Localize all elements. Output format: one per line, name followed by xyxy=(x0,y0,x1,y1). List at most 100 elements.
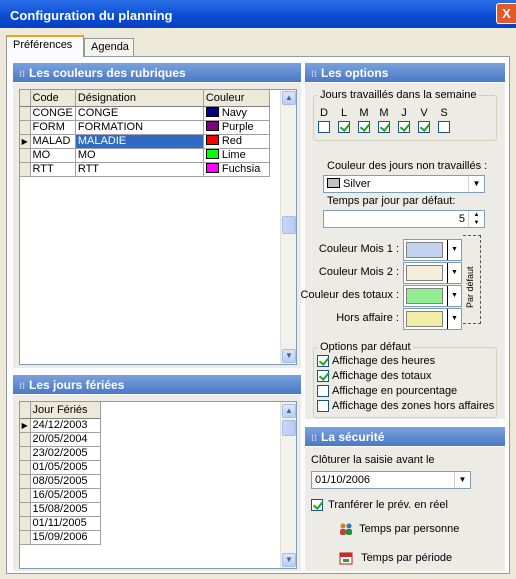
chevron-down-icon[interactable]: ▼ xyxy=(447,286,461,306)
option-checkbox[interactable] xyxy=(317,385,329,398)
cell-designation[interactable]: CONGE xyxy=(75,106,204,121)
day-checkbox[interactable] xyxy=(378,121,390,133)
day-option[interactable]: D xyxy=(317,107,331,133)
cell-code[interactable]: RTT xyxy=(30,162,76,177)
scroll-down-icon[interactable]: ▼ xyxy=(282,349,296,363)
cell-code[interactable]: CONGE xyxy=(30,106,76,121)
scroll-thumb[interactable] xyxy=(282,420,296,436)
col-designation[interactable]: Désignation xyxy=(75,90,204,107)
cell-date[interactable]: 15/09/2006 xyxy=(30,530,101,545)
scroll-down-icon[interactable]: ▼ xyxy=(282,553,296,567)
table-row[interactable]: 15/09/2006 xyxy=(20,530,101,545)
cell-designation[interactable]: MALADIE xyxy=(75,134,204,149)
color-picker[interactable]: ▼ xyxy=(403,308,462,330)
row-indicator xyxy=(20,120,31,135)
cell-date[interactable]: 24/12/2003 xyxy=(30,418,101,433)
close-button[interactable]: X xyxy=(496,3,516,24)
rubriques-grid[interactable]: Code Désignation Couleur CONGE CONGE Navy F… xyxy=(19,89,297,365)
title-bar[interactable]: Configuration du planning X xyxy=(0,0,516,28)
defaut-option[interactable]: Affichage des totaux xyxy=(317,370,494,385)
cell-code[interactable]: MALAD xyxy=(30,134,76,149)
cell-couleur[interactable]: Red xyxy=(203,134,270,149)
cell-designation[interactable]: FORMATION xyxy=(75,120,204,135)
color-label: Couleur des totaux : xyxy=(300,289,399,301)
non-travailles-select[interactable]: Silver ▼ xyxy=(323,175,485,193)
table-row[interactable]: 16/05/2005 xyxy=(20,488,101,503)
par-defaut-button[interactable]: Par défaut xyxy=(463,235,481,324)
cell-date[interactable]: 16/05/2005 xyxy=(30,488,101,503)
table-row[interactable]: 20/05/2004 xyxy=(20,432,101,447)
table-row[interactable]: RTT RTT Fuchsia xyxy=(20,162,270,177)
cell-date[interactable]: 08/05/2005 xyxy=(30,474,101,489)
option-checkbox[interactable] xyxy=(317,400,329,413)
chevron-down-icon[interactable]: ▼ xyxy=(447,309,461,329)
cell-date[interactable]: 15/08/2005 xyxy=(30,502,101,517)
chevron-down-icon[interactable]: ▼ xyxy=(447,240,461,260)
color-picker[interactable]: ▼ xyxy=(403,239,462,261)
day-option[interactable]: M xyxy=(357,107,371,133)
col-code[interactable]: Code xyxy=(30,90,76,107)
tab-agenda[interactable]: Agenda xyxy=(84,38,134,57)
day-option[interactable]: J xyxy=(397,107,411,133)
chevron-down-icon[interactable]: ▼ xyxy=(468,176,484,192)
tab-preferences[interactable]: Préférences xyxy=(6,35,84,57)
cell-couleur[interactable]: Purple xyxy=(203,120,270,135)
table-row[interactable]: 15/08/2005 xyxy=(20,502,101,517)
scroll-up-icon[interactable]: ▲ xyxy=(282,91,296,105)
table-row[interactable]: 23/02/2005 xyxy=(20,446,101,461)
day-checkbox[interactable] xyxy=(438,121,450,133)
table-row[interactable]: ▶ 24/12/2003 xyxy=(20,418,101,433)
option-checkbox[interactable] xyxy=(317,355,329,368)
chevron-down-icon[interactable]: ▼ xyxy=(447,263,461,283)
option-checkbox[interactable] xyxy=(317,370,329,383)
color-picker[interactable]: ▼ xyxy=(403,285,462,307)
rubriques-scrollbar[interactable]: ▲ ▼ xyxy=(280,90,296,364)
spinner-icon[interactable]: ▲ ▼ xyxy=(468,211,484,227)
cell-date[interactable]: 20/05/2004 xyxy=(30,432,101,447)
temps-input[interactable]: 5 ▲ ▼ xyxy=(323,210,485,228)
cell-code[interactable]: FORM xyxy=(30,120,76,135)
day-checkbox[interactable] xyxy=(318,121,330,133)
table-row[interactable]: MO MO Lime xyxy=(20,148,270,163)
cell-couleur[interactable]: Lime xyxy=(203,148,270,163)
cloturer-date-input[interactable]: 01/10/2006 ▼ xyxy=(311,471,471,489)
feries-scrollbar[interactable]: ▲ ▼ xyxy=(280,402,296,568)
cell-designation[interactable]: MO xyxy=(75,148,204,163)
cell-date[interactable]: 23/02/2005 xyxy=(30,446,101,461)
day-option[interactable]: L xyxy=(337,107,351,133)
cell-couleur[interactable]: Navy xyxy=(203,106,270,121)
scroll-thumb[interactable] xyxy=(282,216,296,234)
feries-grid[interactable]: Jour Fériés ▶ 24/12/2003 20/05/2004 23/02/2… xyxy=(19,401,297,569)
transferer-checkbox[interactable] xyxy=(311,499,323,512)
table-row[interactable]: CONGE CONGE Navy xyxy=(20,106,270,121)
day-option[interactable]: S xyxy=(437,107,451,133)
table-row[interactable]: 01/11/2005 xyxy=(20,516,101,531)
cell-date[interactable]: 01/11/2005 xyxy=(30,516,101,531)
defaut-option[interactable]: Affichage des heures xyxy=(317,355,494,370)
temps-periode-button[interactable]: Temps par période xyxy=(339,551,452,565)
table-row[interactable]: 01/05/2005 xyxy=(20,460,101,475)
day-checkbox[interactable] xyxy=(358,121,370,133)
cell-date[interactable]: 01/05/2005 xyxy=(30,460,101,475)
row-indicator xyxy=(20,432,31,447)
day-option[interactable]: M xyxy=(377,107,391,133)
day-checkbox[interactable] xyxy=(338,121,350,133)
col-couleur[interactable]: Couleur xyxy=(203,90,270,107)
cell-designation[interactable]: RTT xyxy=(75,162,204,177)
defaut-option[interactable]: Affichage en pourcentage xyxy=(317,385,494,400)
color-picker[interactable]: ▼ xyxy=(403,262,462,284)
temps-personne-button[interactable]: Temps par personne xyxy=(339,523,459,536)
defaut-option[interactable]: Affichage des zones hors affaires xyxy=(317,400,494,415)
table-row[interactable]: ▶ MALAD MALADIE Red xyxy=(20,134,270,149)
table-row[interactable]: FORM FORMATION Purple xyxy=(20,120,270,135)
transferer-option[interactable]: Tranférer le prév. en réel xyxy=(311,499,448,512)
col-jour-feries[interactable]: Jour Fériés xyxy=(30,402,101,419)
day-checkbox[interactable] xyxy=(418,121,430,133)
day-checkbox[interactable] xyxy=(398,121,410,133)
table-row[interactable]: 08/05/2005 xyxy=(20,474,101,489)
day-option[interactable]: V xyxy=(417,107,431,133)
cell-code[interactable]: MO xyxy=(30,148,76,163)
scroll-up-icon[interactable]: ▲ xyxy=(282,404,296,418)
cell-couleur[interactable]: Fuchsia xyxy=(203,162,270,177)
chevron-down-icon[interactable]: ▼ xyxy=(454,472,470,488)
